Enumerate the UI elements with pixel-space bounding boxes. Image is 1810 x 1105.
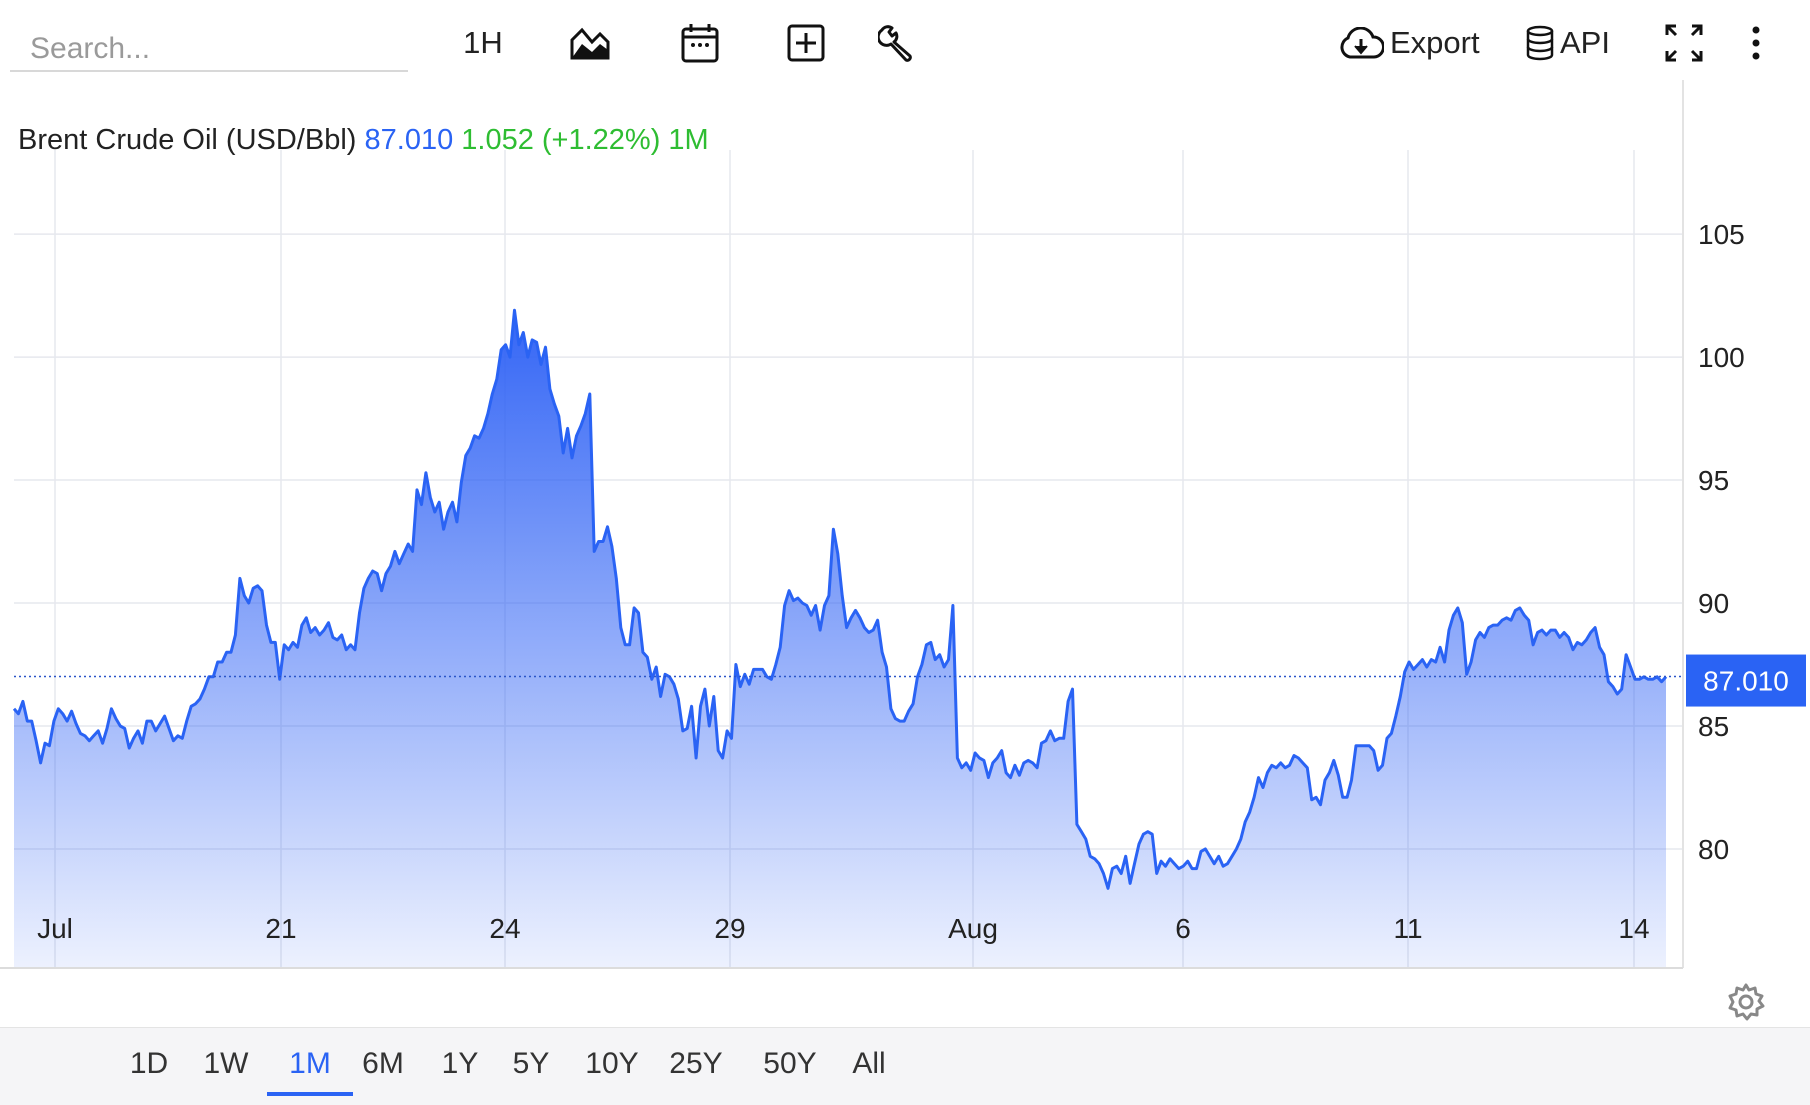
fullscreen-button[interactable] bbox=[1660, 14, 1708, 72]
x-tick-label: 21 bbox=[265, 913, 296, 944]
x-tick-label: Aug bbox=[948, 913, 998, 944]
y-tick-label: 95 bbox=[1698, 465, 1729, 496]
compare-button[interactable] bbox=[781, 14, 831, 72]
legend-change: 1.052 (+1.22%) 1M bbox=[461, 124, 709, 156]
interval-button[interactable]: 1H bbox=[450, 14, 516, 72]
x-tick-label: 14 bbox=[1618, 913, 1649, 944]
range-button-1d[interactable]: 1D bbox=[124, 1042, 174, 1092]
range-button-6m[interactable]: 6M bbox=[356, 1042, 410, 1092]
y-tick-label: 90 bbox=[1698, 588, 1729, 619]
y-tick-label: 80 bbox=[1698, 834, 1729, 865]
api-label: API bbox=[1560, 25, 1610, 60]
chart-type-button[interactable] bbox=[565, 14, 615, 72]
range-button-50y[interactable]: 50Y bbox=[757, 1042, 823, 1092]
last-price-tag-label: 87.010 bbox=[1703, 666, 1789, 697]
interval-label: 1H bbox=[463, 25, 503, 60]
y-tick-label: 100 bbox=[1698, 342, 1745, 373]
range-button-25y[interactable]: 25Y bbox=[665, 1042, 727, 1092]
x-tick-label: 6 bbox=[1175, 913, 1191, 944]
wrench-icon bbox=[878, 24, 916, 62]
database-icon bbox=[1526, 25, 1554, 61]
range-button-all[interactable]: All bbox=[845, 1042, 893, 1092]
fullscreen-icon bbox=[1664, 23, 1704, 63]
gear-icon bbox=[1726, 983, 1766, 1026]
range-button-1w[interactable]: 1W bbox=[200, 1042, 252, 1092]
range-button-1y[interactable]: 1Y bbox=[437, 1042, 483, 1092]
calendar-icon bbox=[681, 23, 719, 63]
x-tick-label: Jul bbox=[37, 913, 73, 944]
chart-legend: Brent Crude Oil (USD/Bbl) 87.010 1.052 (… bbox=[18, 124, 709, 157]
x-tick-label: 29 bbox=[714, 913, 745, 944]
api-button[interactable]: API bbox=[1526, 14, 1616, 72]
cloud-download-icon bbox=[1338, 27, 1384, 59]
tools-button[interactable] bbox=[872, 14, 922, 72]
chart-settings-button[interactable] bbox=[1726, 982, 1766, 1022]
toolbar: 1H Export API bbox=[0, 0, 1810, 92]
range-selector-bar: 1D 1W 1M 6M 1Y 5Y 10Y 25Y 50Y All bbox=[0, 1027, 1810, 1105]
chart-area[interactable]: 80 85 90 95 100 105 Jul 21 24 29 Aug 6 11 14 87.010 bbox=[0, 80, 1810, 1030]
x-tick-label: 11 bbox=[1393, 913, 1422, 944]
price-chart[interactable]: 80 85 90 95 100 105 Jul 21 24 29 Aug 6 11 14 87.010 bbox=[0, 80, 1810, 1030]
y-tick-label: 105 bbox=[1698, 219, 1745, 250]
range-button-1m[interactable]: 1M bbox=[267, 1042, 353, 1096]
export-label: Export bbox=[1390, 25, 1480, 60]
export-button[interactable]: Export bbox=[1338, 14, 1488, 72]
more-vertical-icon bbox=[1751, 26, 1761, 60]
add-compare-icon bbox=[787, 24, 825, 62]
search-input[interactable] bbox=[10, 22, 408, 72]
y-tick-label: 85 bbox=[1698, 711, 1729, 742]
price-area bbox=[14, 310, 1666, 967]
range-button-10y[interactable]: 10Y bbox=[580, 1042, 644, 1092]
more-button[interactable] bbox=[1738, 14, 1774, 72]
date-range-button[interactable] bbox=[675, 14, 725, 72]
x-tick-label: 24 bbox=[489, 913, 520, 944]
legend-last-value: 87.010 bbox=[364, 124, 454, 156]
legend-instrument-name: Brent Crude Oil (USD/Bbl) bbox=[18, 124, 357, 156]
range-button-5y[interactable]: 5Y bbox=[508, 1042, 554, 1092]
chart-type-icon bbox=[570, 26, 610, 60]
